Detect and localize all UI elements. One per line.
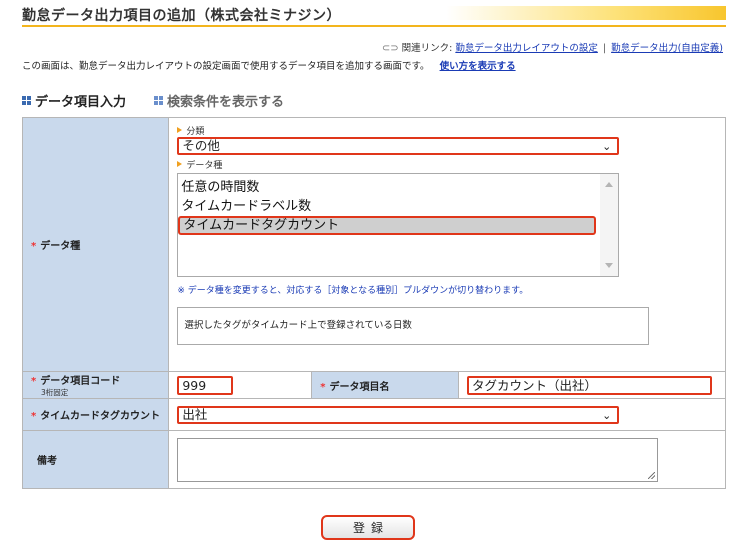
page-description: この画面は、勤怠データ出力レイアウトの設定画面で使用するデータ項目を追加する画面…: [22, 58, 516, 72]
link-icon: ⊂⊃: [381, 43, 399, 54]
chevron-down-icon: ⌄: [602, 140, 612, 153]
item-code-input[interactable]: 999: [177, 375, 234, 395]
timecard-tag-select-value: 出社: [182, 406, 208, 422]
item-name-cell: タグカウント（出社）: [458, 371, 726, 399]
tab-search-conditions[interactable]: 検索条件を表示する: [154, 91, 285, 110]
required-mark: *: [31, 411, 37, 422]
link-free-definition[interactable]: 勤怠データ出力(自由定義): [611, 43, 723, 54]
required-mark: *: [320, 381, 326, 393]
help-link[interactable]: 使い方を表示する: [440, 61, 516, 72]
resize-grip-icon[interactable]: [648, 471, 656, 479]
triangle-icon: [177, 127, 183, 133]
item-code-cell: 999: [168, 371, 313, 399]
link-layout-settings[interactable]: 勤怠データ出力レイアウトの設定: [455, 43, 598, 54]
memo-cell: [168, 430, 726, 489]
listbox-scrollbar[interactable]: [600, 174, 619, 276]
timecard-tag-select[interactable]: 出社 ⌄: [177, 405, 620, 424]
required-mark: *: [31, 241, 37, 252]
item-code-label: * データ項目コード 3桁固定: [21, 371, 170, 399]
tab-label: 検索条件を表示する: [167, 94, 285, 110]
chevron-down-icon: ⌄: [602, 408, 612, 422]
scroll-down-icon[interactable]: [605, 263, 614, 268]
data-type-note: ※ データ種を変更すると、対応する［対象となる種別］プルダウンが切り替わります。: [177, 286, 529, 296]
memo-label: 備考: [21, 430, 170, 489]
tab-label: データ項目入力: [35, 94, 127, 110]
item-code-hint: 3桁固定: [41, 388, 69, 397]
type-label: データ種: [177, 157, 717, 171]
header-rule: [22, 25, 726, 27]
related-links: ⊂⊃ 関連リンク: 勤怠データ出力レイアウトの設定 | 勤怠データ出力(自由定義): [382, 40, 723, 54]
tab-data-input[interactable]: データ項目入力: [22, 91, 127, 110]
related-links-label: 関連リンク:: [401, 43, 453, 54]
scroll-up-icon[interactable]: [605, 182, 614, 187]
item-name-input[interactable]: タグカウント（出社）: [467, 375, 712, 395]
input-form: * データ種 分類 その他 ⌄ データ種 任意の時間数 タイムカードラベル数 タイ…: [21, 117, 726, 489]
category-select[interactable]: その他 ⌄: [177, 137, 620, 155]
page-header: 勤怠データ出力項目の追加（株式会社ミナジン）: [22, 0, 726, 28]
listbox-option-selected[interactable]: タイムカードタグカウント: [178, 216, 597, 235]
data-type-description: 選択したタグがタイムカード上で登録されている日数: [177, 307, 650, 345]
header-gradient: [446, 6, 726, 20]
grid-icon: [22, 95, 31, 105]
data-type-cell: 分類 その他 ⌄ データ種 任意の時間数 タイムカードラベル数 タイムカードタグ…: [168, 117, 726, 372]
category-select-value: その他: [182, 138, 220, 153]
item-name-label: * データ項目名: [311, 371, 459, 399]
description-text: この画面は、勤怠データ出力レイアウトの設定画面で使用するデータ項目を追加する画面…: [22, 61, 430, 72]
timecard-tag-label: * タイムカードタグカウント: [21, 398, 170, 431]
data-type-label: * データ種: [21, 117, 170, 372]
category-label: 分類: [177, 123, 717, 137]
data-type-listbox[interactable]: 任意の時間数 タイムカードラベル数 タイムカードタグカウント: [177, 173, 620, 277]
listbox-option[interactable]: タイムカードラベル数: [178, 197, 618, 216]
grid-icon: [154, 95, 164, 105]
memo-textarea[interactable]: [177, 437, 659, 482]
tab-bar: データ項目入力 検索条件を表示する: [22, 91, 285, 110]
page-title: 勤怠データ出力項目の追加（株式会社ミナジン）: [22, 8, 341, 24]
link-separator: |: [602, 43, 607, 54]
triangle-icon: [177, 161, 183, 167]
timecard-tag-cell: 出社 ⌄: [168, 398, 726, 431]
listbox-option[interactable]: 任意の時間数: [178, 178, 618, 197]
register-button[interactable]: 登録: [321, 515, 415, 540]
required-mark: *: [31, 376, 37, 387]
